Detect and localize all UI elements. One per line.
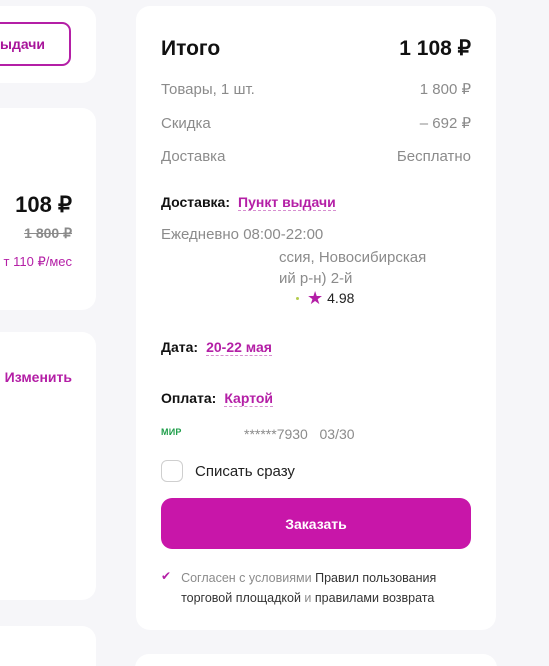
items-row: Товары, 1 шт. 1 800 ₽: [161, 80, 471, 98]
agreement-prefix: Согласен с условиями: [181, 571, 312, 585]
address-line-2: ий р-н) 2-й: [279, 270, 353, 287]
return-policy-link[interactable]: правилами возврата: [315, 591, 434, 605]
product-price: 108 ₽: [15, 192, 72, 217]
write-off-label: Списать сразу: [195, 462, 295, 480]
product-old-price: 1 800 ₽: [24, 225, 72, 241]
discount-label: Скидка: [161, 115, 211, 132]
dot-icon: [296, 296, 299, 300]
payment-method-link[interactable]: Картой: [224, 390, 274, 407]
agreement: ✔ Согласен с условиями Правил пользовани…: [161, 568, 471, 608]
change-link[interactable]: Изменить: [5, 369, 72, 385]
order-summary: Итого 1 108 ₽ Товары, 1 шт. 1 800 ₽ Скид…: [136, 6, 496, 630]
discount-row: Скидка – 692 ₽: [161, 114, 471, 132]
total-value: 1 108 ₽: [399, 37, 471, 60]
pickup-hours: Ежедневно 08:00-22:00: [161, 226, 324, 243]
delivery-cost-value: Бесплатно: [396, 148, 471, 165]
items-value: 1 800 ₽: [419, 81, 471, 98]
delivery-method-row: Доставка: Пункт выдачи: [161, 194, 336, 211]
pickup-button[interactable]: ыдачи: [0, 22, 71, 66]
star-icon: ★: [307, 288, 324, 308]
total-row: Итого 1 108 ₽: [161, 36, 471, 61]
rating-value: 4.98: [327, 290, 355, 306]
pickup-button-label: ыдачи: [0, 36, 45, 52]
discount-value: – 692 ₽: [419, 115, 471, 132]
pickup-card: ыдачи: [0, 6, 96, 83]
delivery-method-label: Доставка:: [161, 194, 231, 210]
pickup-address: ссия, Новосибирская ий р-н) 2-й: [279, 247, 479, 289]
items-label: Товары, 1 шт.: [161, 81, 255, 98]
address-line-1: ссия, Новосибирская: [279, 249, 427, 266]
write-off-row[interactable]: Списать сразу: [161, 460, 295, 482]
installment-price[interactable]: т 110 ₽/мес: [4, 254, 72, 270]
payment-row: Оплата: Картой: [161, 390, 274, 407]
order-button[interactable]: Заказать: [161, 498, 471, 549]
lower-card: [0, 626, 96, 666]
payment-label: Оплата:: [161, 390, 217, 406]
agreement-text: Согласен с условиями Правил пользования …: [181, 568, 471, 608]
product-price-card: 108 ₽ 1 800 ₽ т 110 ₽/мес: [0, 108, 96, 310]
total-label: Итого: [161, 37, 221, 60]
mir-card-icon: МИР: [161, 427, 182, 437]
address-card: Изменить: [0, 332, 96, 600]
date-link[interactable]: 20-22 мая: [206, 339, 272, 356]
agreement-and: и: [304, 591, 312, 605]
date-row: Дата: 20-22 мая: [161, 339, 272, 356]
card-number: ******7930 03/30: [244, 426, 355, 442]
date-label: Дата:: [161, 339, 199, 355]
delivery-cost-row: Доставка Бесплатно: [161, 148, 471, 165]
bottom-card: [135, 654, 497, 666]
check-icon: ✔: [161, 569, 172, 583]
delivery-cost-label: Доставка: [161, 148, 226, 165]
write-off-checkbox[interactable]: [161, 460, 183, 482]
delivery-method-link[interactable]: Пункт выдачи: [238, 194, 336, 211]
pickup-rating: ★ 4.98: [296, 289, 354, 307]
